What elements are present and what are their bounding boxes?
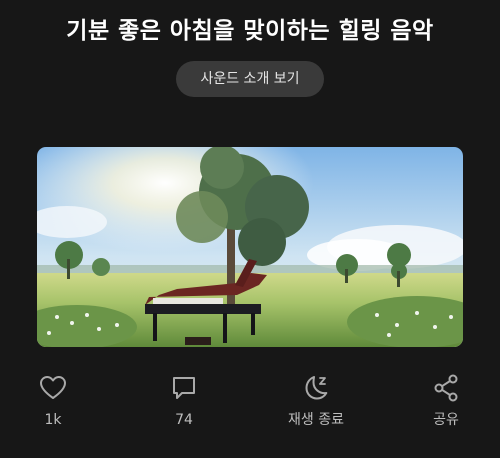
sleep-timer-label: 재생 종료 bbox=[288, 412, 344, 428]
share-icon bbox=[434, 374, 458, 402]
like-count: 1k bbox=[44, 412, 62, 428]
comment-icon bbox=[173, 377, 195, 399]
share-button[interactable]: 공유 bbox=[401, 369, 491, 429]
moon-zzz-icon bbox=[305, 376, 328, 400]
sleep-timer-button[interactable]: 재생 종료 bbox=[271, 369, 361, 429]
like-button[interactable]: 1k bbox=[8, 369, 98, 429]
piano-meadow-illustration bbox=[37, 147, 463, 347]
comment-button[interactable]: 74 bbox=[139, 369, 229, 429]
action-bar: 1k 74 재생 종료 공유 bbox=[0, 369, 500, 439]
sound-intro-button[interactable]: 사운드 소개 보기 bbox=[176, 61, 324, 97]
comment-count: 74 bbox=[175, 412, 193, 428]
page-title: 기분 좋은 아침을 맞이하는 힐링 음악 bbox=[66, 18, 434, 44]
share-label: 공유 bbox=[433, 412, 459, 428]
heart-icon bbox=[40, 376, 66, 399]
hero-image bbox=[37, 147, 463, 347]
